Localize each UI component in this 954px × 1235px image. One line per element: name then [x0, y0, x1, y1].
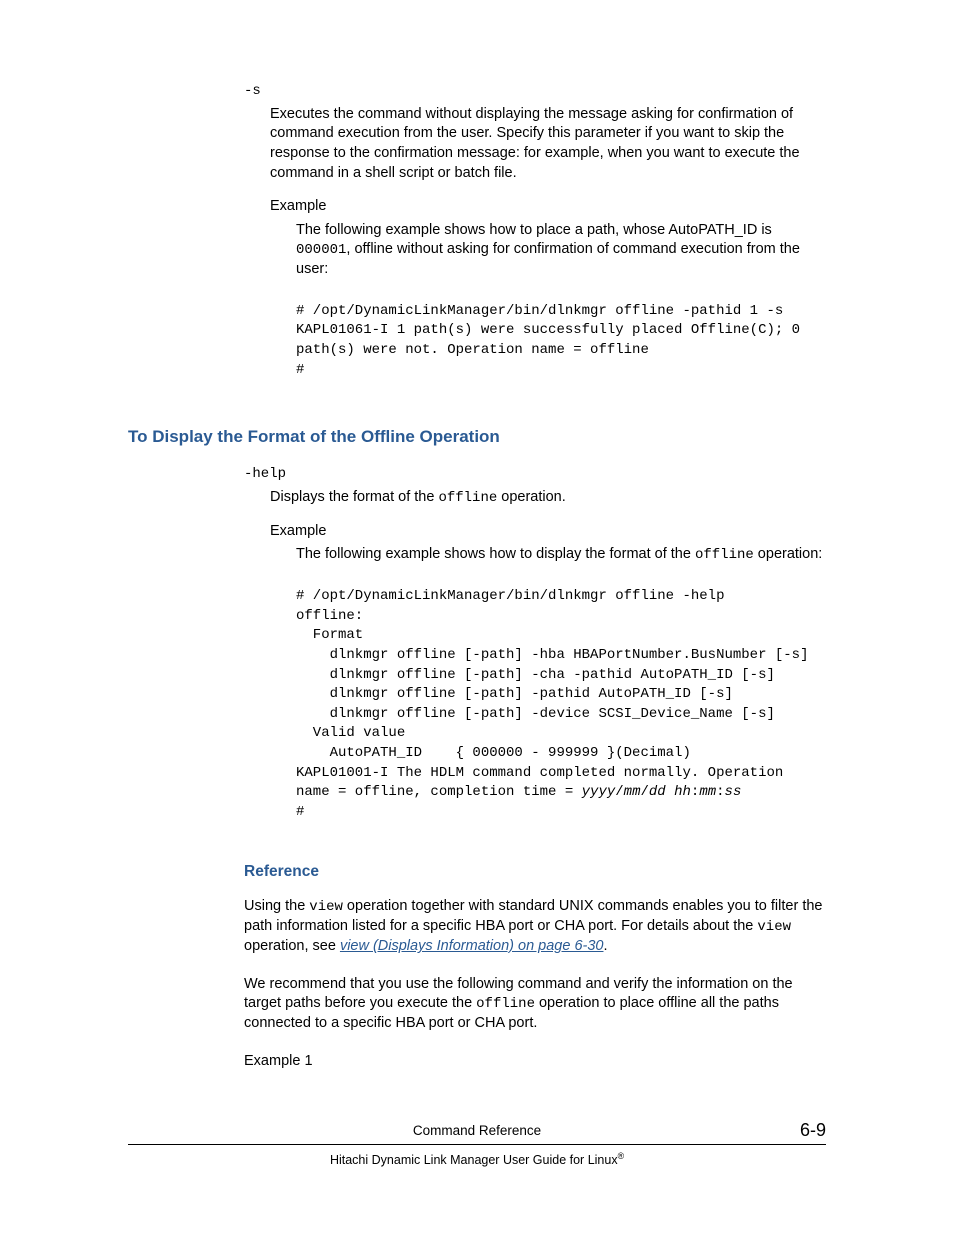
example-desc-1b: , offline without asking for confirmatio… [296, 241, 800, 277]
document-page: -s Executes the command without displayi… [0, 0, 954, 1235]
option-name-s: -s [244, 82, 826, 101]
footer-row-2: Hitachi Dynamic Link Manager User Guide … [128, 1151, 826, 1169]
code-block-2: # /opt/DynamicLinkManager/bin/dlnkmgr of… [296, 587, 826, 822]
code-block-1: # /opt/DynamicLinkManager/bin/dlnkmgr of… [296, 302, 826, 380]
option-desc-help-b: operation. [497, 489, 566, 505]
reference-block: Reference Using the view operation toget… [244, 862, 826, 1071]
code2-ital1: yyyy [582, 784, 616, 800]
footer-book: Hitachi Dynamic Link Manager User Guide … [330, 1153, 618, 1167]
code2-sep1: / [615, 784, 623, 800]
heading-reference: Reference [244, 862, 826, 883]
code2-sep2: / [640, 784, 648, 800]
ref-p1-code1: view [309, 899, 343, 915]
reference-para-1: Using the view operation together with s… [244, 897, 826, 956]
example-desc-code-1: 000001 [296, 242, 346, 258]
option-name-help: -help [244, 465, 826, 484]
footer-divider [128, 1144, 826, 1145]
ref-p2-code: offline [476, 996, 535, 1012]
code2-sep3 [666, 784, 674, 800]
code2-tail: # [296, 804, 304, 820]
option-desc-help: Displays the format of the offline opera… [270, 488, 826, 508]
heading-display-format: To Display the Format of the Offline Ope… [128, 426, 826, 449]
ref-p1-code2: view [757, 919, 791, 935]
reference-para-3: Example 1 [244, 1052, 826, 1072]
example-label-1: Example [270, 197, 826, 217]
option-help-block: -help Displays the format of the offline… [244, 465, 826, 822]
example-desc-2b: operation: [754, 546, 823, 562]
example-desc-1a: The following example shows how to place… [296, 222, 772, 238]
footer-row-1: Command Reference 6-9 [128, 1122, 826, 1144]
option-desc-s: Executes the command without displaying … [270, 105, 826, 183]
code2-ital6: ss [725, 784, 742, 800]
option-desc-help-a: Displays the format of the [270, 489, 438, 505]
code2-ital5: mm [699, 784, 716, 800]
code2-ital2: mm [624, 784, 641, 800]
option-desc-help-code: offline [438, 490, 497, 506]
xref-view-link[interactable]: view (Displays Information) on page 6-30 [340, 938, 604, 954]
reference-para-2: We recommend that you use the following … [244, 975, 826, 1034]
ref-p1-c: operation, see [244, 938, 340, 954]
page-footer: Command Reference 6-9 Hitachi Dynamic Li… [128, 1122, 826, 1169]
page-number: 6-9 [800, 1118, 826, 1142]
code2-ital4: hh [674, 784, 691, 800]
example-desc-2: The following example shows how to displ… [296, 545, 826, 565]
example-desc-code-2: offline [695, 547, 754, 563]
footer-title: Command Reference [413, 1122, 541, 1140]
example-desc-1: The following example shows how to place… [296, 221, 826, 280]
ref-p1-d: . [603, 938, 607, 954]
registered-mark: ® [618, 1151, 624, 1161]
code2-ital3: dd [649, 784, 666, 800]
code2-sep5: : [716, 784, 724, 800]
code2-plain: # /opt/DynamicLinkManager/bin/dlnkmgr of… [296, 588, 808, 800]
example-desc-2a: The following example shows how to displ… [296, 546, 695, 562]
option-s-block: -s Executes the command without displayi… [244, 82, 826, 380]
ref-p1-a: Using the [244, 898, 309, 914]
example-label-2: Example [270, 522, 826, 542]
